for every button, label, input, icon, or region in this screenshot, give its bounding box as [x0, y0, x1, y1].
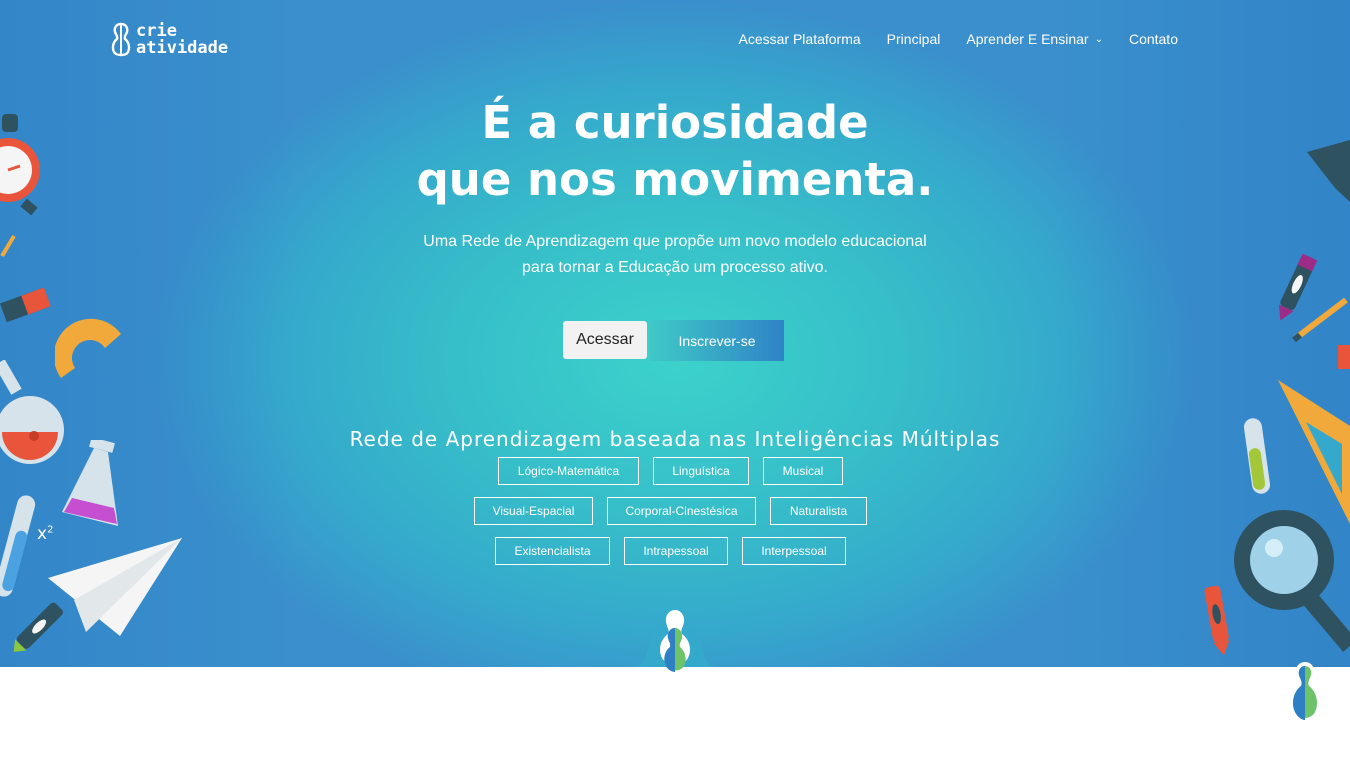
tag-visual-espacial[interactable]: Visual-Espacial	[474, 497, 593, 525]
tag-musical[interactable]: Musical	[763, 457, 843, 485]
nav-label: Aprender E Ensinar	[966, 31, 1089, 47]
nav-label: Principal	[886, 31, 941, 47]
tag-interpessoal[interactable]: Interpessoal	[742, 537, 846, 565]
pencil-icon	[1292, 297, 1348, 343]
crayon-left-icon	[13, 602, 63, 652]
magnifying-glass-icon	[1234, 510, 1350, 652]
tag-existencialista[interactable]: Existencialista	[495, 537, 610, 565]
tag-corporal-cinestesica[interactable]: Corporal-Cinestésica	[607, 497, 756, 525]
chevron-down-icon: ⌄	[1094, 33, 1103, 45]
nav-item-principal[interactable]: Principal	[887, 31, 941, 47]
eraser-icon	[0, 287, 51, 323]
test-tube-icon	[0, 495, 36, 597]
subtitle-line1: Uma Rede de Aprendizagem que propõe um n…	[423, 233, 927, 250]
orange-shape-icon	[1338, 345, 1350, 369]
red-crayon-icon	[1204, 585, 1230, 656]
nav-item-acessar-plataforma[interactable]: Acessar Plataforma	[739, 31, 861, 47]
formula-exponent: 2	[47, 524, 54, 536]
nav-item-aprender-e-ensinar[interactable]: Aprender E Ensinar ⌄	[966, 31, 1103, 47]
logo-mark-icon	[111, 22, 131, 57]
main-nav: Acessar Plataforma Principal Aprender E …	[713, 31, 1179, 47]
tag-linguistica[interactable]: Linguística	[653, 457, 749, 485]
inscrever-button[interactable]: Inscrever-se	[650, 320, 784, 361]
nav-label: Contato	[1128, 31, 1178, 47]
tag-naturalista[interactable]: Naturalista	[770, 497, 867, 525]
tag-intrapessoal[interactable]: Intrapessoal	[624, 537, 728, 565]
scroll-down-logo-icon[interactable]	[630, 610, 720, 680]
brand-line2: atividade	[136, 38, 229, 58]
intelligences-heading: Rede de Aprendizagem baseada nas Intelig…	[349, 426, 1001, 451]
subtitle-line2: para tornar a Educação um processo ativo…	[522, 259, 828, 276]
title-line1: É a curiosidade	[481, 96, 869, 149]
floating-logo-widget-icon[interactable]	[1280, 660, 1330, 740]
tag-logico-matematica[interactable]: Lógico-Matemática	[498, 457, 639, 485]
hero-section: crie atividade Acessar Plataforma Princi…	[0, 0, 1350, 667]
brand-logo[interactable]: crie atividade	[110, 22, 228, 58]
conical-flask-icon	[62, 440, 118, 526]
nav-item-contato[interactable]: Contato	[1129, 31, 1178, 47]
page-title: É a curiosidade que nos movimenta.	[0, 94, 1350, 208]
title-line2: que nos movimenta.	[416, 153, 934, 206]
acessar-button[interactable]: Acessar	[563, 321, 647, 359]
nav-label: Acessar Plataforma	[738, 31, 861, 47]
hero-subtitle: Uma Rede de Aprendizagem que propõe um n…	[0, 229, 1350, 281]
